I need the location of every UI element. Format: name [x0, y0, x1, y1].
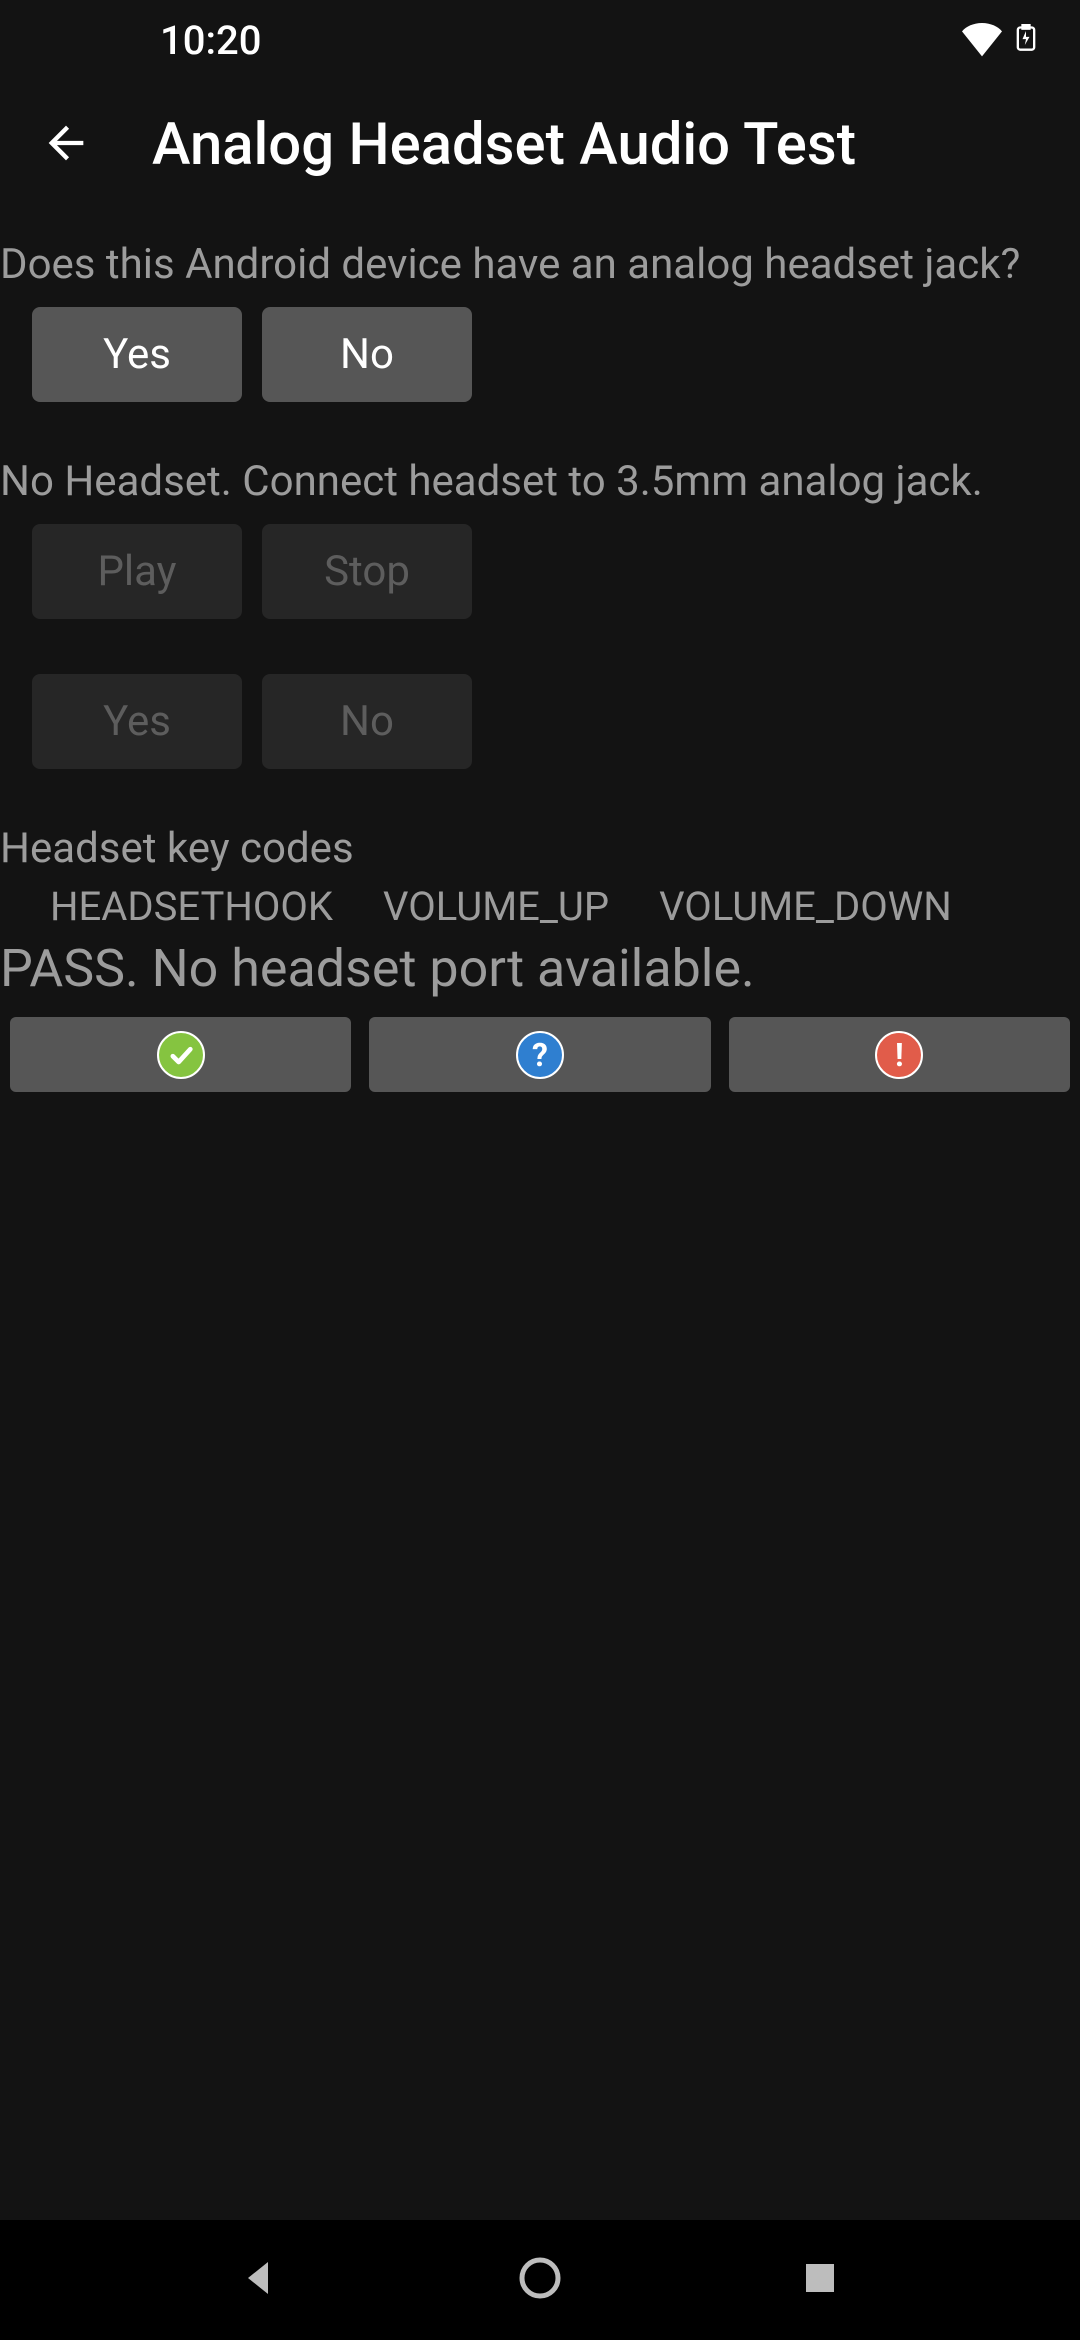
status-time: 10:20 [160, 17, 261, 64]
status-bar: 10:20 [0, 0, 1080, 80]
result-text: PASS. No headset port available. [0, 938, 1080, 999]
content-area: Does this Android device have an analog … [0, 210, 1080, 1092]
result-action-row: ? ! [0, 999, 1080, 1092]
confirm-button-row: Yes No [0, 674, 1080, 769]
question-button-row: Yes No [0, 307, 1080, 402]
battery-charging-icon [1012, 18, 1040, 62]
back-arrow-icon[interactable] [40, 117, 92, 173]
nav-back-icon[interactable] [236, 2254, 284, 2306]
fail-button[interactable]: ! [729, 1017, 1070, 1092]
nav-home-icon[interactable] [516, 2254, 564, 2306]
instruction-text: No Headset. Connect headset to 3.5mm ana… [0, 457, 1080, 524]
exclamation-icon: ! [875, 1031, 923, 1079]
pass-button[interactable] [10, 1017, 351, 1092]
app-bar: Analog Headset Audio Test [0, 80, 1080, 210]
has-jack-yes-button[interactable]: Yes [32, 307, 242, 402]
info-button[interactable]: ? [369, 1017, 710, 1092]
status-icons [962, 18, 1040, 62]
checkmark-icon [157, 1031, 205, 1079]
wifi-icon [962, 18, 1002, 62]
keycodes-label: Headset key codes [0, 824, 1080, 873]
nav-recent-icon[interactable] [796, 2254, 844, 2306]
confirm-yes-button: Yes [32, 674, 242, 769]
has-jack-no-button[interactable]: No [262, 307, 472, 402]
stop-button: Stop [262, 524, 472, 619]
system-nav-bar [0, 2220, 1080, 2340]
page-title: Analog Headset Audio Test [152, 111, 856, 179]
keycode-volume-up: VOLUME_UP [383, 883, 609, 930]
confirm-no-button: No [262, 674, 472, 769]
keycode-headsethook: HEADSETHOOK [50, 883, 333, 930]
play-button: Play [32, 524, 242, 619]
question-icon: ? [516, 1031, 564, 1079]
keycode-volume-down: VOLUME_DOWN [659, 883, 952, 930]
keycode-row: HEADSETHOOK VOLUME_UP VOLUME_DOWN [0, 883, 1080, 930]
question-text: Does this Android device have an analog … [0, 240, 1080, 307]
playback-button-row: Play Stop [0, 524, 1080, 619]
